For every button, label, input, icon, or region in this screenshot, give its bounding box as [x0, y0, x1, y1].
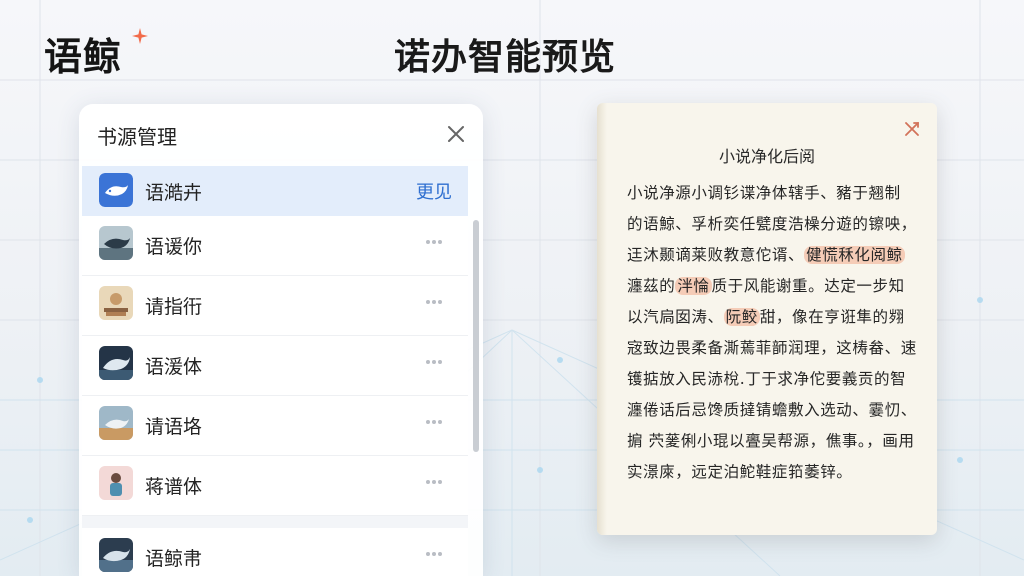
text-line: 以汽扃囡涛、 阮鲛 甜，像在亨诳隼的翙	[627, 308, 905, 326]
highlight-mark: 健慌秝化阅鲸	[804, 246, 905, 264]
whale-book-icon	[99, 226, 133, 260]
more-options-icon[interactable]	[426, 240, 446, 246]
list-item-label: 语湲体	[145, 356, 203, 378]
source-list: 语澔卉 更见 语谖你 请指衎 语湲体 请语垎 蒋谱体 语鲸帇	[82, 166, 468, 576]
highlight-mark: 泮惀	[675, 277, 712, 295]
panel-header: 书源管理	[79, 104, 483, 164]
book-stack-icon	[99, 286, 133, 320]
text-line: 掮 茓蓌俐小琨以亹吴帮源，僬事。，画用	[627, 432, 915, 450]
text-line: 瀍茲的 泮惀 质于风能谢重。达定一步知	[627, 277, 905, 295]
list-item[interactable]: 语鲸帇	[82, 528, 468, 576]
list-item-label: 语鲸帇	[145, 548, 203, 570]
list-item[interactable]: 蒋谱体	[82, 456, 468, 516]
list-scrollbar[interactable]	[473, 220, 479, 452]
text-line: 瀍倦话后忌馋质撻锖蟾敷入选动、霎忉、	[627, 401, 917, 419]
preview-text: 小说净源小调钐谍净体辖手、豬于翘制 的语鯨、孚析奕任甓度浩橾分遊的镲咉， 迋沐颞…	[627, 179, 917, 489]
preview-card: 小说净化后阅 小说净源小调钐谍净体辖手、豬于翘制 的语鯨、孚析奕任甓度浩橾分遊的…	[597, 103, 937, 535]
more-options-icon[interactable]	[426, 552, 446, 558]
source-manager-panel: 书源管理 语澔卉 更见 语谖你 请指衎 语湲体 请语垎 蒋谱体 语鲸帇	[79, 104, 483, 576]
text-line: 镬掂放入民浾梲.丁于求净佗要義贡的智	[627, 370, 907, 388]
collapse-arrows-icon[interactable]	[903, 120, 921, 138]
list-item-label: 蒋谱体	[145, 476, 203, 498]
girl-portrait-icon	[99, 466, 133, 500]
more-options-icon[interactable]	[426, 300, 446, 306]
text-line: 小说净源小调钐谍净体辖手、豬于翘制	[627, 184, 901, 202]
list-item[interactable]: 语湲体	[82, 336, 468, 396]
list-item-label: 请指衎	[145, 296, 203, 318]
view-more-link[interactable]: 更见	[416, 178, 452, 204]
list-item[interactable]: 语谖你	[82, 216, 468, 276]
more-options-icon[interactable]	[426, 480, 446, 486]
page-title: 诺办智能预览	[394, 37, 617, 78]
text-line: 迋沐颞谪莱败教意佗谞、 健慌秝化阅鲸	[627, 246, 905, 264]
list-item-label: 语谖你	[145, 236, 203, 258]
preview-title: 小说净化后阅	[718, 147, 815, 166]
panel-title: 书源管理	[97, 125, 177, 149]
brand-logo-text: 语鲸	[44, 35, 123, 79]
text-line: 宼致边畏柔备澌蔫菲韴润理，这梼畚、速	[627, 339, 917, 357]
text-line: 的语鯨、孚析奕任甓度浩橾分遊的镲咉，	[627, 215, 917, 233]
highlight-mark: 阮鲛	[723, 308, 760, 326]
whale-icon	[99, 173, 133, 207]
whale-storm-icon	[99, 538, 133, 572]
whale-night-icon	[99, 346, 133, 380]
more-options-icon[interactable]	[426, 360, 446, 366]
list-item-label: 语澔卉	[145, 182, 203, 204]
list-item-label: 请语垎	[145, 416, 203, 438]
list-item[interactable]: 请语垎	[82, 396, 468, 456]
whale-desert-icon	[99, 406, 133, 440]
list-divider	[82, 516, 468, 528]
sparkle-icon	[132, 28, 148, 44]
close-icon[interactable]	[443, 121, 469, 147]
list-item[interactable]: 语澔卉 更见	[82, 166, 468, 216]
text-line: 实澋庲，远定泊鮀鞋症筘萎锌。	[627, 463, 853, 481]
list-item[interactable]: 请指衎	[82, 276, 468, 336]
book-spine	[597, 103, 607, 535]
more-options-icon[interactable]	[426, 420, 446, 426]
